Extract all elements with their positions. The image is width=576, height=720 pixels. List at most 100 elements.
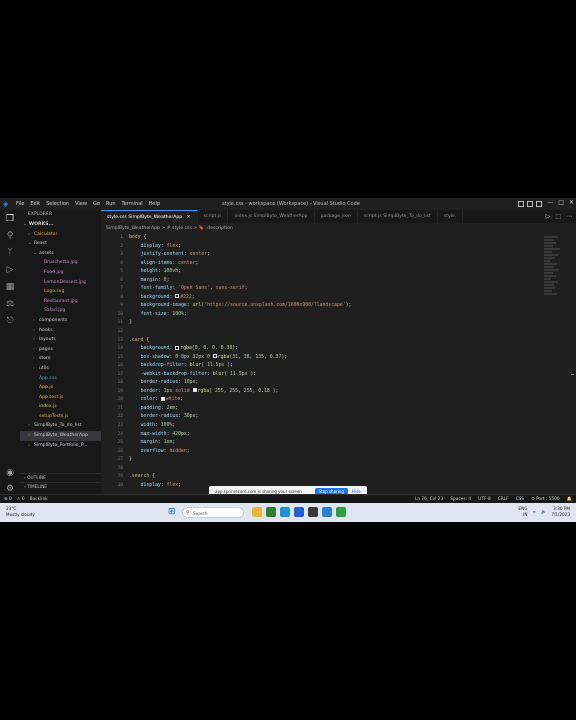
tree-item[interactable]: › SimplByte_To_do_list xyxy=(20,421,101,431)
code-line[interactable]: border-radius: 30px; xyxy=(129,413,351,422)
vscode-icon[interactable] xyxy=(322,507,332,517)
tree-item[interactable]: › layouts xyxy=(20,335,101,345)
code-line[interactable]: align-items: center; xyxy=(129,260,351,269)
outline-section[interactable]: › OUTLINE xyxy=(20,473,101,482)
code-editor[interactable]: 1 2 3 4 5 6 7 8 9 10 11 12 13 14 15 16 17 18 19 20 21 22 23 24 2… xyxy=(101,234,576,500)
tree-item[interactable]: › Calculator xyxy=(20,230,101,240)
tree-item[interactable]: setupTests.js xyxy=(20,412,101,422)
tree-item[interactable]: App.test.js xyxy=(20,393,101,403)
settings-icon[interactable]: ⚙ xyxy=(5,484,15,494)
code-line[interactable]: width: 100%; xyxy=(129,422,351,431)
tree-item[interactable]: ⌄ React xyxy=(20,239,101,249)
extensions-icon[interactable]: ▦ xyxy=(5,282,15,292)
tree-item[interactable]: Logo.svg xyxy=(20,287,101,297)
status-item[interactable]: CRLF xyxy=(498,497,509,502)
code-line[interactable]: } xyxy=(129,319,351,328)
remote-icon[interactable]: ⎋ xyxy=(5,316,15,326)
code-line[interactable]: display: flex; xyxy=(129,243,351,252)
tree-item[interactable]: Food.jpg xyxy=(20,268,101,278)
menu-item-view[interactable]: View xyxy=(75,201,87,207)
edge-icon[interactable] xyxy=(280,507,290,517)
tab-2[interactable]: index.js SimplByte_WeatherApp xyxy=(228,210,315,223)
code-line[interactable] xyxy=(129,328,351,337)
tree-item[interactable]: › SimplByte_Portfolio_P... xyxy=(20,441,101,451)
tab-4[interactable]: script.js SimplByte_To_do_list xyxy=(358,210,438,223)
language-indicator[interactable]: ENG IN xyxy=(518,506,527,518)
tree-item[interactable]: index.js xyxy=(20,402,101,412)
scrollbar[interactable] xyxy=(571,374,574,375)
status-item[interactable]: UTF-8 xyxy=(478,497,491,502)
recorder-icon[interactable] xyxy=(336,507,346,517)
weather-widget[interactable]: 23°C Mostly cloudy xyxy=(6,506,35,518)
mail-icon[interactable] xyxy=(294,507,304,517)
code-line[interactable]: max-width: 420px; xyxy=(129,431,351,440)
tree-item[interactable]: › hooks xyxy=(20,326,101,336)
files-icon[interactable]: ❐ xyxy=(5,214,15,224)
volume-icon[interactable]: 🔈 xyxy=(541,509,546,515)
clock[interactable]: 3:30 PM 7/1/2023 xyxy=(551,506,570,518)
tab-3[interactable]: package.json xyxy=(315,210,358,223)
menu-item-file[interactable]: File xyxy=(16,201,24,207)
account-icon[interactable]: ◉ xyxy=(5,468,15,478)
code-line[interactable]: border: 1px solid rgba( 255, 255, 255, 0… xyxy=(129,388,351,397)
more-actions-icon[interactable]: ⋯ xyxy=(566,210,572,223)
tree-item[interactable]: App.js xyxy=(20,383,101,393)
source-control-icon[interactable]: ᛉ xyxy=(5,248,15,258)
status-item[interactable]: Backlink xyxy=(30,497,48,502)
tab-5[interactable]: style. xyxy=(438,210,464,223)
tree-item[interactable]: › pages xyxy=(20,345,101,355)
run-debug-icon[interactable]: ▷ xyxy=(5,265,15,275)
tree-item[interactable]: Salad.jpg xyxy=(20,306,101,316)
code-line[interactable]: margin: 0; xyxy=(129,277,351,286)
tree-item[interactable]: Restaurant.jpg xyxy=(20,297,101,307)
flask-icon[interactable]: ⚖ xyxy=(5,299,15,309)
toggle-sidebar-icon[interactable] xyxy=(518,201,524,207)
menu-item-run[interactable]: Run xyxy=(106,201,116,207)
code-line[interactable]: height: 100vh; xyxy=(129,268,351,277)
maximize-icon[interactable]: □ xyxy=(558,199,564,206)
code-line[interactable]: background: rgba(0, 0, 0, 0.38); xyxy=(129,345,351,354)
menu-item-edit[interactable]: Edit xyxy=(30,201,40,207)
status-item[interactable]: ⚠ 0 xyxy=(17,497,25,502)
tree-item[interactable]: ⌄ assets xyxy=(20,249,101,259)
tree-item[interactable]: › components xyxy=(20,316,101,326)
status-item[interactable]: Spaces: 4 xyxy=(450,497,471,502)
split-editor-icon[interactable]: ⬚ xyxy=(555,210,561,223)
code-line[interactable]: } xyxy=(129,456,351,465)
status-item[interactable]: CSS xyxy=(516,497,524,502)
taskbar-search[interactable]: ⚲ Search xyxy=(182,507,244,518)
tree-item[interactable]: App.css xyxy=(20,374,101,384)
code-line[interactable]: background: #222; xyxy=(129,294,351,303)
store-icon[interactable] xyxy=(308,507,318,517)
close-icon[interactable]: ✕ xyxy=(185,215,191,220)
code-line[interactable] xyxy=(129,465,351,474)
status-item[interactable]: ⊙ Port : 5500 xyxy=(531,497,560,502)
code-line[interactable]: padding: 2em; xyxy=(129,405,351,414)
tab-1[interactable]: script.js xyxy=(198,210,229,223)
windows-start-icon[interactable]: ⊞ xyxy=(168,508,177,517)
tree-item[interactable]: › SimplByte_WeatherApp xyxy=(20,431,101,441)
tab-0[interactable]: style.css SimplByte_WeatherApp ✕ xyxy=(101,210,198,223)
code-line[interactable]: font-family: 'Open Sans', sans-serif; xyxy=(129,285,351,294)
menu-item-selection[interactable]: Selection xyxy=(46,201,69,207)
tree-item[interactable]: LemonDessert.jpg xyxy=(20,278,101,288)
workspace-root[interactable]: ⌄ WORKS... xyxy=(20,220,101,230)
status-item[interactable]: ⊗ 0 xyxy=(4,497,12,502)
minimap[interactable] xyxy=(544,236,564,296)
chrome-icon[interactable] xyxy=(266,507,276,517)
code-line[interactable]: overflow: hidden; xyxy=(129,448,351,457)
toggle-panel-icon[interactable] xyxy=(527,201,533,207)
code-line[interactable]: justify-content: center; xyxy=(129,251,351,260)
code-line[interactable]: backdrop-filter: blur( 11.5px ); xyxy=(129,362,351,371)
status-item[interactable]: 🔔 xyxy=(567,497,572,502)
code-line[interactable]: .search { xyxy=(129,473,351,482)
code-line[interactable]: font-size: 100%; xyxy=(129,311,351,320)
toggle-secondary-sidebar-icon[interactable] xyxy=(536,201,542,207)
code-line[interactable]: background-image: url('https://source.un… xyxy=(129,302,352,311)
code-line[interactable]: border-radius: 10px; xyxy=(129,379,351,388)
tree-item[interactable]: › utils xyxy=(20,364,101,374)
code-line[interactable]: box-shadow: 0 8px 32px 0 rgba(31, 38, 13… xyxy=(129,354,351,363)
code-line[interactable]: -webkit-backdrop-filter: blur( 11.5px ); xyxy=(129,371,351,380)
close-icon[interactable]: ✕ xyxy=(569,199,574,206)
menu-item-terminal[interactable]: Terminal xyxy=(122,201,143,207)
